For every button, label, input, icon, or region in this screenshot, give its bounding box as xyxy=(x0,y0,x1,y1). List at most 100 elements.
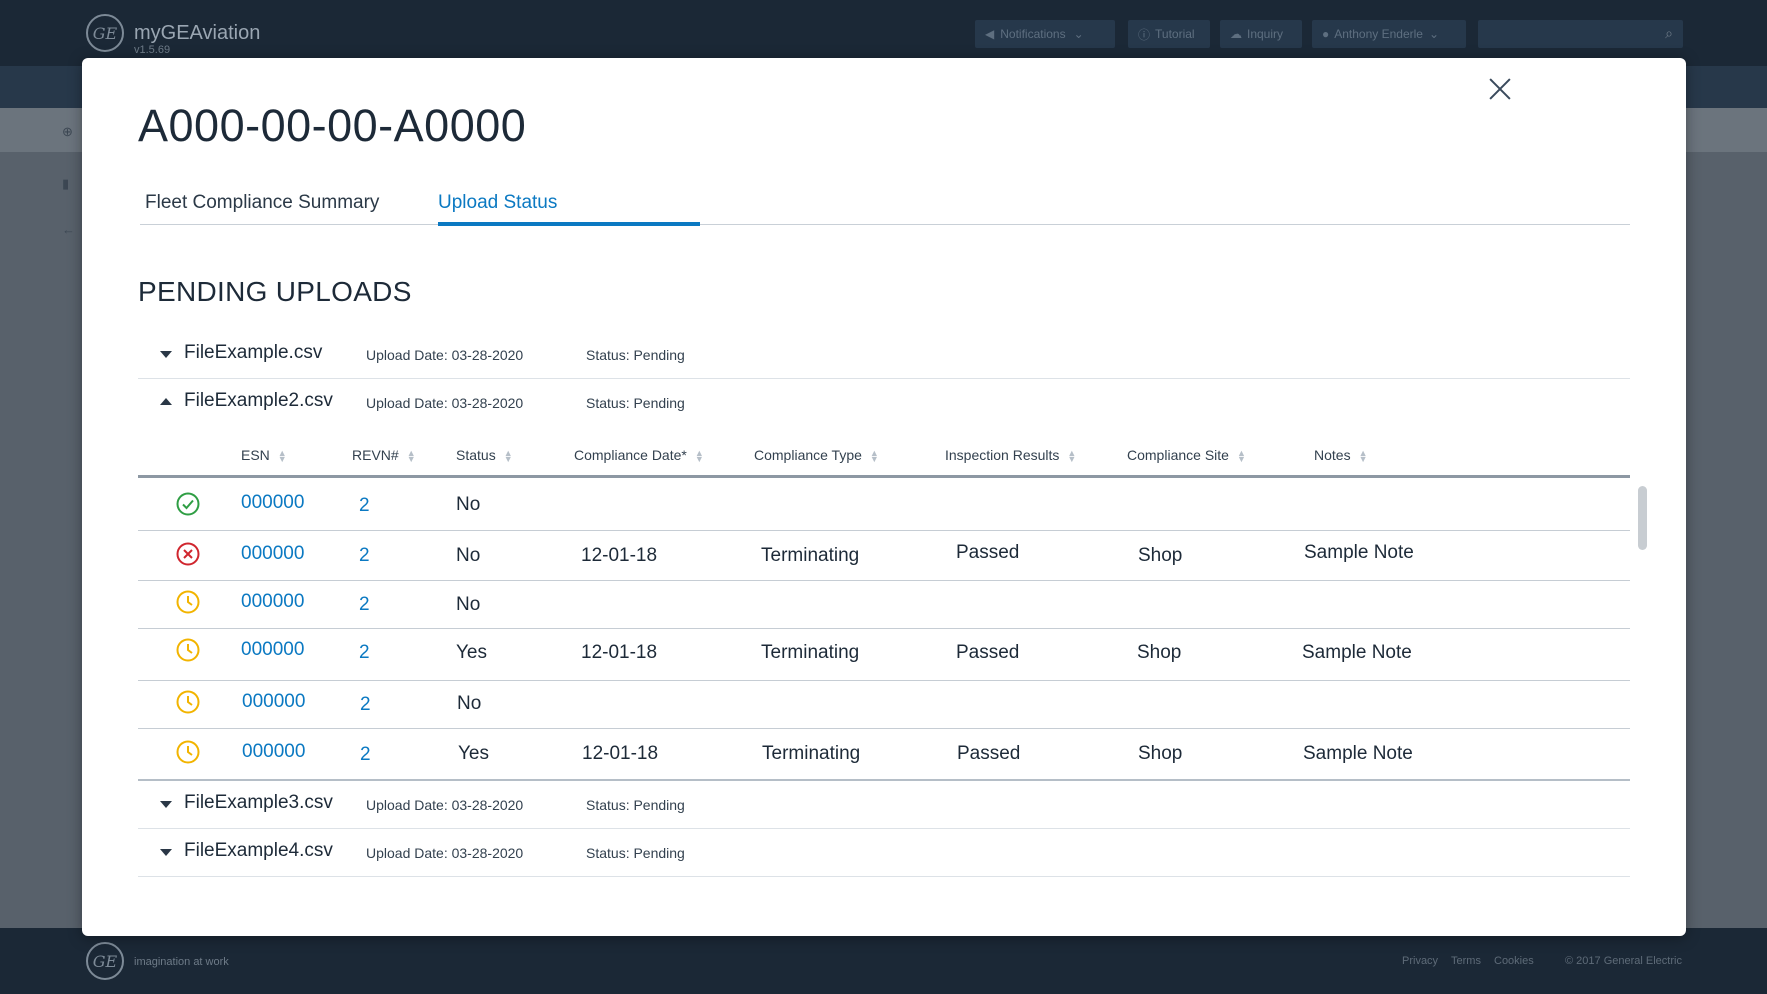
search-input[interactable]: ⌕ xyxy=(1478,20,1683,48)
file-status: Status: Pending xyxy=(586,845,685,861)
sort-icon[interactable]: ▲ ▼ xyxy=(1359,449,1368,464)
sort-icon[interactable]: ▲ ▼ xyxy=(695,449,704,464)
lock-icon[interactable]: ▮ xyxy=(62,176,69,192)
privacy-link[interactable]: Privacy xyxy=(1402,955,1438,967)
add-icon[interactable]: ⊕ xyxy=(62,124,73,140)
back-arrow-icon[interactable]: ← xyxy=(62,222,75,237)
column-label: Inspection Results xyxy=(945,447,1060,463)
revn-link[interactable]: 2 xyxy=(359,545,370,567)
compliance-date-cell: 12-01-18 xyxy=(581,642,658,663)
compliance-date-cell: 12-01-18 xyxy=(582,743,659,764)
sort-icon[interactable]: ▲ ▼ xyxy=(407,449,416,464)
file-name[interactable]: FileExample.csv xyxy=(184,342,322,364)
tutorial-label: Tutorial xyxy=(1155,27,1195,41)
cookies-link[interactable]: Cookies xyxy=(1494,955,1534,967)
header-divider xyxy=(138,475,1630,477)
compliance-type-cell: Terminating xyxy=(761,642,860,663)
compliance-type-cell: Terminating xyxy=(761,545,860,566)
column-label: REVN# xyxy=(352,447,399,463)
footer-tagline: imagination at work xyxy=(134,956,229,968)
notes-cell: Sample Note xyxy=(1302,642,1412,663)
revn-link[interactable]: 2 xyxy=(359,594,370,616)
file-name[interactable]: FileExample3.csv xyxy=(184,792,333,814)
table-scrollbar[interactable] xyxy=(1638,486,1647,550)
sort-icon[interactable]: ▲ ▼ xyxy=(870,449,879,464)
revn-link[interactable]: 2 xyxy=(359,495,370,517)
caret-up-icon[interactable] xyxy=(160,398,172,405)
file-name[interactable]: FileExample2.csv xyxy=(184,390,333,412)
table-row[interactable]: 000000 2 Yes 12-01-18 Terminating Passed… xyxy=(138,628,1630,681)
column-label: Notes xyxy=(1314,447,1351,463)
column-header-esn[interactable]: ESN ▲ ▼ xyxy=(241,447,287,464)
caret-down-icon[interactable] xyxy=(160,801,172,808)
table-header: ESN ▲ ▼ REVN# ▲ ▼ Status ▲ ▼ Compliance Date* ▲… xyxy=(138,436,1630,478)
tab-fleet-compliance-summary[interactable]: Fleet Compliance Summary xyxy=(145,192,379,214)
compliance-type-cell: Terminating xyxy=(762,743,861,764)
column-label: Compliance Date* xyxy=(574,447,687,463)
inquiry-button[interactable]: ☁ Inquiry xyxy=(1220,20,1302,48)
search-icon[interactable]: ⌕ xyxy=(1665,25,1673,42)
esn-link[interactable]: 000000 xyxy=(241,492,304,514)
sort-icon[interactable]: ▲ ▼ xyxy=(504,449,513,464)
column-header-notes[interactable]: Notes ▲ ▼ xyxy=(1314,447,1368,464)
table-row[interactable]: 000000 2 No xyxy=(138,680,1630,729)
column-header-compliance-type[interactable]: Compliance Type ▲ ▼ xyxy=(754,447,879,464)
notifications-button[interactable]: ◀ Notifications ⌄ xyxy=(975,20,1115,48)
ge-logo[interactable]: GE xyxy=(86,14,124,52)
check-circle-icon xyxy=(176,492,200,516)
esn-link[interactable]: 000000 xyxy=(242,691,305,713)
table-row[interactable]: 000000 2 No xyxy=(138,478,1630,531)
table-row[interactable]: 000000 2 Yes 12-01-18 Terminating Passed… xyxy=(138,728,1630,781)
app-version: v1.5.69 xyxy=(134,44,171,56)
info-icon: ⓘ xyxy=(1138,27,1151,42)
terms-link[interactable]: Terms xyxy=(1451,955,1481,967)
inspection-results-cell: Passed xyxy=(957,743,1021,764)
file-row[interactable]: FileExample2.csv Upload Date: 03-28-2020… xyxy=(138,379,1630,426)
upload-date: Upload Date: 03-28-2020 xyxy=(366,845,524,861)
file-row[interactable]: FileExample3.csv Upload Date: 03-28-2020… xyxy=(138,781,1630,829)
sort-icon[interactable]: ▲ ▼ xyxy=(1237,449,1246,464)
inspection-results-cell: Passed xyxy=(956,542,1020,563)
status-cell: No xyxy=(456,545,481,566)
status-cell: Yes xyxy=(456,642,487,663)
user-menu-button[interactable]: ● Anthony Enderle ⌄ xyxy=(1312,20,1466,48)
column-header-inspection-results[interactable]: Inspection Results ▲ ▼ xyxy=(945,447,1076,464)
file-status: Status: Pending xyxy=(586,797,685,813)
esn-link[interactable]: 000000 xyxy=(241,543,304,565)
sort-icon[interactable]: ▲ ▼ xyxy=(278,449,287,464)
esn-link[interactable]: 000000 xyxy=(241,639,304,661)
upload-status-modal: A000-00-00-A0000 Fleet Compliance Summar… xyxy=(82,58,1686,936)
clock-icon xyxy=(176,590,200,614)
ge-logo-footer: GE xyxy=(86,942,124,980)
table-row[interactable]: 000000 2 No xyxy=(138,580,1630,629)
upload-date: Upload Date: 03-28-2020 xyxy=(366,395,524,411)
status-cell: No xyxy=(456,594,481,615)
column-header-status[interactable]: Status ▲ ▼ xyxy=(456,447,513,464)
close-icon[interactable] xyxy=(1482,72,1518,108)
revn-link[interactable]: 2 xyxy=(359,642,370,664)
revn-link[interactable]: 2 xyxy=(360,694,371,716)
top-navbar: GE myGEAviation v1.5.69 ◀ Notifications … xyxy=(0,0,1767,66)
user-icon: ● xyxy=(1322,27,1330,41)
sort-icon[interactable]: ▲ ▼ xyxy=(1067,449,1076,464)
esn-link[interactable]: 000000 xyxy=(241,591,304,613)
file-name[interactable]: FileExample4.csv xyxy=(184,840,333,862)
section-title: PENDING UPLOADS xyxy=(138,276,412,307)
clock-icon xyxy=(176,740,200,764)
revn-link[interactable]: 2 xyxy=(360,744,371,766)
tab-upload-status[interactable]: Upload Status xyxy=(438,192,557,214)
column-label: Compliance Site xyxy=(1127,447,1229,463)
user-name: Anthony Enderle xyxy=(1334,27,1423,41)
column-header-revn[interactable]: REVN# ▲ ▼ xyxy=(352,447,416,464)
copyright: © 2017 General Electric xyxy=(1565,955,1682,967)
caret-down-icon[interactable] xyxy=(160,351,172,358)
table-row[interactable]: 000000 2 No 12-01-18 Terminating Passed … xyxy=(138,530,1630,581)
file-row[interactable]: FileExample.csv Upload Date: 03-28-2020 … xyxy=(138,331,1630,379)
tutorial-button[interactable]: ⓘ Tutorial xyxy=(1128,20,1210,48)
esn-link[interactable]: 000000 xyxy=(242,741,305,763)
column-header-compliance-site[interactable]: Compliance Site ▲ ▼ xyxy=(1127,447,1246,464)
file-row[interactable]: FileExample4.csv Upload Date: 03-28-2020… xyxy=(138,829,1630,877)
compliance-date-cell: 12-01-18 xyxy=(581,545,658,566)
column-header-compliance-date[interactable]: Compliance Date* ▲ ▼ xyxy=(574,447,704,464)
caret-down-icon[interactable] xyxy=(160,849,172,856)
